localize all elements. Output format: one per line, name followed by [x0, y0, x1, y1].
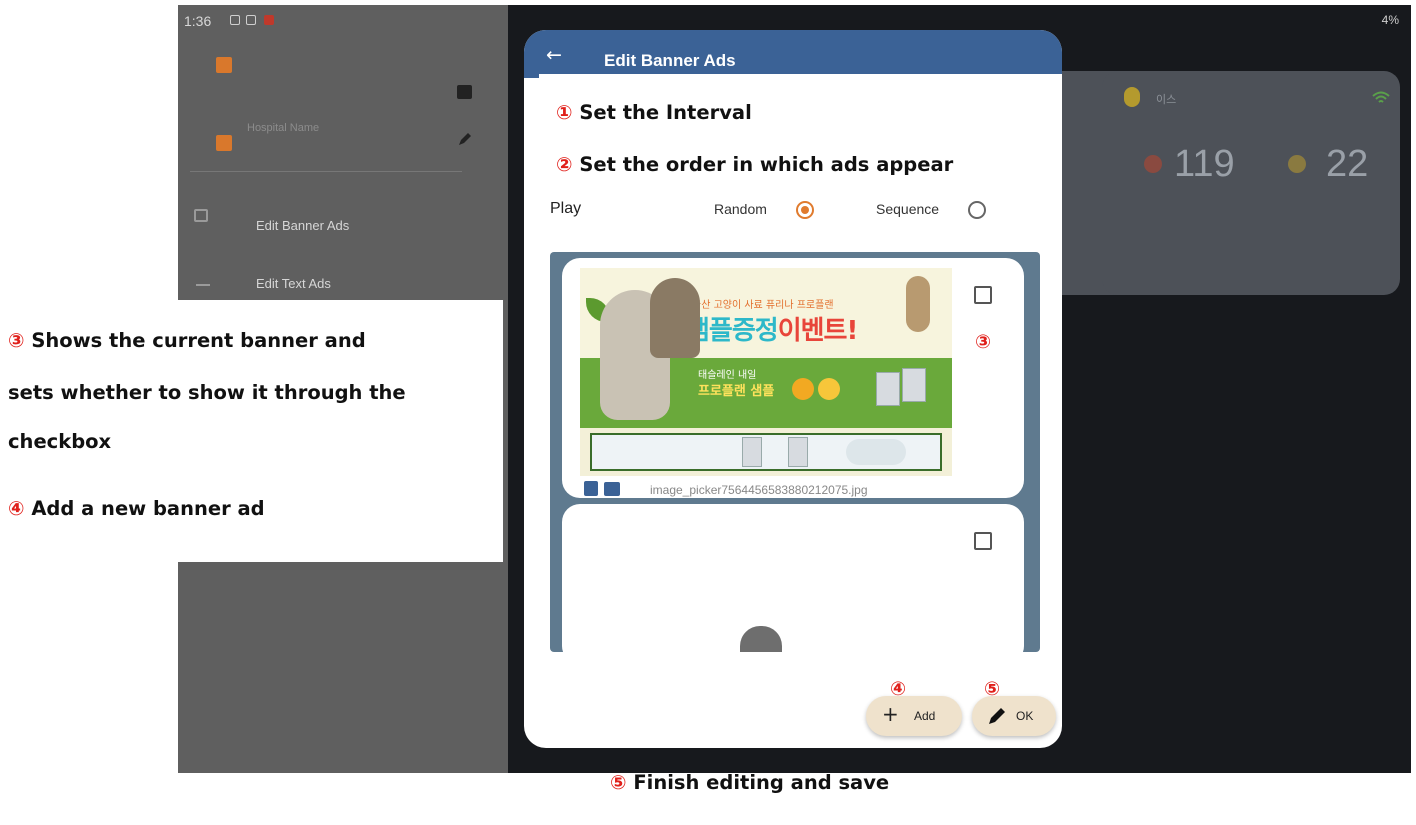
- card-indicator-red: [1144, 155, 1162, 173]
- banner-list[interactable]: 국산 고양이 사료 퓨리나 프로플랜 샘플증정이벤트! 태슬레인 내일 프로플랜…: [550, 252, 1040, 652]
- promo-badge-1: [792, 378, 814, 400]
- card-label: 이스: [1156, 94, 1177, 106]
- banner-card[interactable]: [562, 504, 1024, 652]
- ok-button-label: OK: [1016, 709, 1034, 723]
- annotation-interval: ① Set the Interval: [556, 101, 752, 124]
- banner-show-checkbox[interactable]: [974, 286, 992, 304]
- marker-5: ⑤: [984, 678, 1001, 700]
- annotation-banner: ③ Shows the current banner and: [8, 329, 366, 352]
- image-icon[interactable]: [457, 85, 472, 99]
- image-icon[interactable]: [604, 482, 620, 496]
- product-pack: [742, 437, 762, 467]
- sequence-option-label[interactable]: Sequence: [876, 201, 939, 217]
- product-pack: [788, 437, 808, 467]
- pencil-icon: [989, 708, 1005, 724]
- hospital-name-label: Hospital Name: [247, 122, 320, 134]
- promo-line-1: 국산 고양이 사료 퓨리나 프로플랜: [692, 300, 834, 311]
- annotation-text: Set the order in which ads appear: [579, 153, 954, 176]
- text-lines-icon: [196, 284, 210, 286]
- annotation-number: ①: [556, 101, 573, 124]
- promo-mid-line-2: 프로플랜 샘플: [698, 384, 775, 399]
- back-arrow-icon[interactable]: ←: [546, 46, 562, 65]
- random-radio[interactable]: [796, 201, 814, 219]
- battery-status: 4%: [1381, 13, 1399, 27]
- sequence-radio[interactable]: [968, 201, 986, 219]
- banner-show-checkbox[interactable]: [974, 532, 992, 550]
- play-label: Play: [550, 200, 582, 217]
- edit-pencil-icon[interactable]: [456, 130, 474, 148]
- marker-3: ③: [975, 331, 992, 353]
- add-button-label: Add: [914, 709, 936, 723]
- card-status-dot: [1124, 87, 1140, 107]
- banner-card[interactable]: 국산 고양이 사료 퓨리나 프로플랜 샘플증정이벤트! 태슬레인 내일 프로플랜…: [562, 258, 1024, 498]
- add-button[interactable]: + Add: [866, 696, 962, 736]
- hospital-name-checkbox[interactable]: [216, 135, 232, 151]
- cat-face-graphic: [846, 439, 906, 465]
- screenshot-stage: 1:36 Hospital Name Edit Banner Ads Edit …: [0, 0, 1416, 825]
- option-checkbox[interactable]: [216, 57, 232, 73]
- cat-graphic: [650, 278, 700, 358]
- annotation-number: ⑤: [610, 771, 627, 794]
- annotation-number: ③: [8, 329, 25, 352]
- annotation-number: ④: [8, 497, 25, 520]
- annotation-text: Set the Interval: [579, 101, 752, 124]
- notification-status-icon: [246, 15, 256, 25]
- menu-divider: [190, 171, 462, 172]
- banner-image: 국산 고양이 사료 퓨리나 프로플랜 샘플증정이벤트! 태슬레인 내일 프로플랜…: [580, 268, 952, 476]
- status-time: 1:36: [184, 13, 212, 29]
- annotation-text: Shows the current banner and: [31, 329, 366, 352]
- card-value-1: 119: [1174, 143, 1235, 185]
- promo-bottom-strip: [590, 433, 942, 471]
- cat-toy-graphic: [906, 276, 930, 332]
- menu-label-banner: Edit Banner Ads: [256, 218, 350, 233]
- banner-icon: [194, 209, 208, 222]
- promo-badge-2: [818, 378, 840, 400]
- cat-graphic: [740, 626, 782, 652]
- card-value-2: 22: [1326, 143, 1369, 185]
- product-pack: [876, 372, 900, 406]
- marker-4: ④: [890, 678, 907, 700]
- dashboard-card-right: 이스 119 22: [1102, 71, 1400, 295]
- random-option-label[interactable]: Random: [714, 201, 767, 217]
- promo-headline: 샘플증정이벤트!: [686, 310, 859, 347]
- app-status-icon: [264, 15, 274, 25]
- play-order-row: Play Random Sequence: [550, 198, 1030, 222]
- annotation-banner-line3: checkbox: [8, 430, 112, 453]
- annotation-order: ② Set the order in which ads appear: [556, 153, 953, 176]
- wifi-icon: [1372, 91, 1390, 103]
- product-pack: [902, 368, 926, 402]
- file-icon: [584, 481, 598, 496]
- menu-label-text: Edit Text Ads: [256, 276, 331, 291]
- annotation-text: Finish editing and save: [633, 771, 890, 794]
- gallery-status-icon: [230, 15, 240, 25]
- dialog-title: Edit Banner Ads: [604, 51, 736, 70]
- promo-headline-part2: 이벤트!: [777, 316, 859, 346]
- card-indicator-yellow: [1288, 155, 1306, 173]
- annotation-finish: ⑤ Finish editing and save: [610, 771, 889, 794]
- promo-mid-line-1: 태슬레인 내일: [698, 370, 757, 381]
- annotation-text: Add a new banner ad: [31, 497, 265, 520]
- ok-button[interactable]: OK: [972, 696, 1056, 736]
- banner-file-name: image_picker7564456583880212075.jpg: [650, 483, 868, 497]
- annotation-add: ④ Add a new banner ad: [8, 497, 265, 520]
- plus-icon: +: [882, 702, 899, 726]
- dialog-header: ← Edit Banner Ads: [524, 30, 1062, 78]
- annotation-number: ②: [556, 153, 573, 176]
- annotation-banner-line2: sets whether to show it through the: [8, 381, 406, 404]
